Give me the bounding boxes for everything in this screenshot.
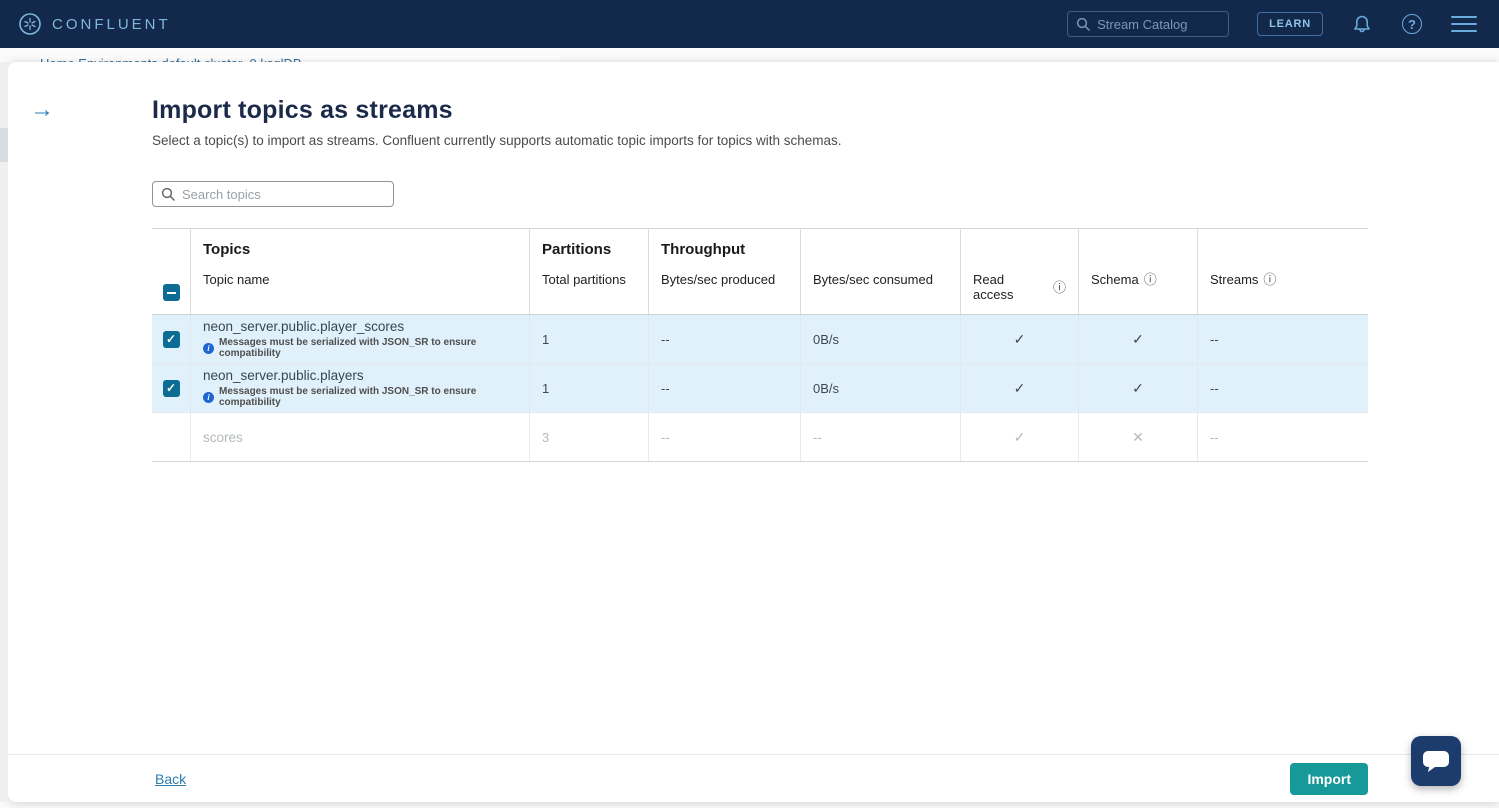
topic-note: iMessages must be serialized with JSON_S… bbox=[203, 337, 517, 359]
topic-name: neon_server.public.players bbox=[203, 368, 517, 383]
row-checkbox[interactable]: ✓ bbox=[163, 331, 180, 348]
left-edge-tab bbox=[0, 128, 8, 162]
cross-mark-icon: ✕ bbox=[1132, 429, 1144, 446]
schema-header: Schema bbox=[1091, 272, 1139, 287]
schema-cell: ✓ bbox=[1078, 315, 1197, 363]
collapse-panel-arrow-icon[interactable]: → bbox=[30, 98, 54, 122]
back-link[interactable]: Back bbox=[155, 771, 186, 787]
panel-footer: Back Import bbox=[8, 754, 1499, 802]
topic-note: iMessages must be serialized with JSON_S… bbox=[203, 386, 517, 408]
bytes-consumed-cell: 0B/s bbox=[800, 364, 960, 412]
check-mark-icon: ✓ bbox=[1132, 331, 1144, 348]
row-checkbox-cell: ✓ bbox=[152, 364, 190, 412]
streams-cell: -- bbox=[1197, 315, 1368, 363]
info-icon[interactable]: ⓘ bbox=[1053, 281, 1066, 294]
search-icon bbox=[1076, 17, 1090, 31]
row-checkbox-cell bbox=[152, 413, 190, 461]
check-mark-icon: ✓ bbox=[1014, 380, 1026, 397]
info-icon: i bbox=[203, 343, 214, 354]
topic-cell: scores bbox=[190, 413, 529, 461]
search-icon bbox=[161, 187, 175, 201]
page-title: Import topics as streams bbox=[152, 96, 1376, 125]
read-access-cell: ✓ bbox=[960, 364, 1078, 412]
chat-support-button[interactable] bbox=[1411, 736, 1461, 786]
check-mark-icon: ✓ bbox=[1014, 331, 1026, 348]
topic-name-header: Topic name bbox=[203, 272, 269, 287]
throughput-group-header: Throughput bbox=[661, 241, 788, 263]
read-access-cell: ✓ bbox=[960, 413, 1078, 461]
table-header: Topics Topic name Partitions Total parti… bbox=[152, 229, 1368, 315]
row-checkbox[interactable]: ✓ bbox=[163, 380, 180, 397]
stream-catalog-input[interactable] bbox=[1097, 17, 1217, 32]
chat-bubble-icon bbox=[1422, 748, 1450, 774]
topic-name: scores bbox=[203, 430, 517, 445]
topic-cell: neon_server.public.players iMessages must… bbox=[190, 364, 529, 412]
select-all-checkbox[interactable] bbox=[163, 284, 180, 301]
search-topics-box[interactable] bbox=[152, 181, 394, 207]
hamburger-menu-icon[interactable] bbox=[1451, 16, 1477, 33]
total-partitions-header: Total partitions bbox=[542, 272, 626, 287]
read-access-header: Read access bbox=[973, 272, 1048, 302]
table-body: ✓ neon_server.public.player_scores iMessag… bbox=[152, 315, 1368, 462]
bytes-consumed-header: Bytes/sec consumed bbox=[813, 272, 933, 287]
row-checkbox-cell: ✓ bbox=[152, 315, 190, 363]
confluent-logo-icon bbox=[18, 12, 42, 36]
read-access-cell: ✓ bbox=[960, 315, 1078, 363]
bytes-consumed-cell: -- bbox=[800, 413, 960, 461]
table-row[interactable]: ✓ neon_server.public.player_scores iMessag… bbox=[152, 315, 1368, 364]
topics-table: Topics Topic name Partitions Total parti… bbox=[152, 228, 1368, 462]
partitions-group-header: Partitions bbox=[542, 241, 636, 263]
topic-name: neon_server.public.player_scores bbox=[203, 319, 517, 334]
table-row[interactable]: ✓ neon_server.public.players iMessages mus… bbox=[152, 364, 1368, 413]
bytes-produced-header: Bytes/sec produced bbox=[661, 272, 775, 287]
info-icon[interactable]: ⓘ bbox=[1263, 273, 1276, 286]
brand-name: CONFLUENT bbox=[52, 16, 171, 33]
stream-catalog-search[interactable] bbox=[1067, 11, 1229, 37]
schema-cell: ✓ bbox=[1078, 364, 1197, 412]
partitions-cell: 1 bbox=[529, 315, 648, 363]
topics-group-header: Topics bbox=[203, 241, 517, 263]
search-topics-input[interactable] bbox=[182, 187, 372, 202]
schema-cell: ✕ bbox=[1078, 413, 1197, 461]
bytes-consumed-cell: 0B/s bbox=[800, 315, 960, 363]
help-icon[interactable]: ? bbox=[1401, 13, 1423, 35]
info-icon: i bbox=[203, 392, 214, 403]
import-topics-panel: → Import topics as streams Select a topi… bbox=[8, 62, 1499, 802]
bytes-produced-cell: -- bbox=[648, 315, 800, 363]
check-mark-icon: ✓ bbox=[1132, 380, 1144, 397]
notifications-bell-icon[interactable] bbox=[1351, 13, 1373, 35]
check-mark-icon: ✓ bbox=[1014, 429, 1026, 446]
info-icon[interactable]: ⓘ bbox=[1144, 273, 1157, 286]
confluent-brand[interactable]: CONFLUENT bbox=[18, 12, 171, 36]
page-subtitle: Select a topic(s) to import as streams. … bbox=[152, 133, 1376, 148]
topic-cell: neon_server.public.player_scores iMessage… bbox=[190, 315, 529, 363]
top-navigation: CONFLUENT LEARN ? bbox=[0, 0, 1499, 48]
import-button[interactable]: Import bbox=[1290, 763, 1368, 795]
streams-cell: -- bbox=[1197, 413, 1368, 461]
streams-header: Streams bbox=[1210, 272, 1258, 287]
bytes-produced-cell: -- bbox=[648, 413, 800, 461]
bytes-produced-cell: -- bbox=[648, 364, 800, 412]
learn-button[interactable]: LEARN bbox=[1257, 12, 1323, 36]
table-row: scores3----✓✕-- bbox=[152, 413, 1368, 462]
left-edge-strip bbox=[0, 62, 8, 802]
streams-cell: -- bbox=[1197, 364, 1368, 412]
partitions-cell: 1 bbox=[529, 364, 648, 412]
partitions-cell: 3 bbox=[529, 413, 648, 461]
